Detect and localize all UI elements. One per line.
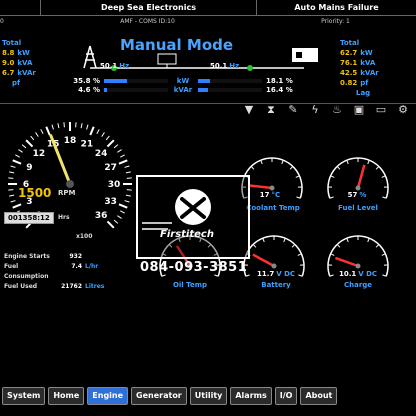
fuel-level-tick [336,166,341,170]
fuel-level-tick [330,175,335,178]
tab-engine[interactable]: Engine [87,387,129,405]
tab-system[interactable]: System [2,387,46,405]
fuel-level-label: Fuel Level [338,204,378,212]
tools-logo-icon [142,189,211,230]
oil-temp-tick [161,274,166,277]
coolant-temp-needle [248,184,273,190]
coolant-temp-tick [289,166,294,170]
engine-stats: Engine Starts 932 Fuel Consumption 7.4 L/hr… [4,252,104,292]
coolant-temp-tick [281,159,284,165]
fuel-level-tick [375,166,380,170]
charge-tick [381,253,386,256]
coolant-temp-tick [295,175,300,178]
charge-tick [330,253,335,256]
watermark-brand: Firstitech [160,229,214,240]
battery-tick [245,274,250,277]
tab-io[interactable]: I/O [274,387,298,405]
fuel-level-needle [356,164,366,189]
charge-hub [355,263,361,269]
battery-tick [283,237,286,243]
charge-tick [336,244,341,248]
tab-alarms[interactable]: Alarms [230,387,272,405]
coolant-temp-hub [269,185,275,191]
battery-tick [291,244,296,248]
watermark-phone: 084-093-3851 [140,260,248,275]
tab-about[interactable]: About [300,387,338,405]
battery-tick [262,237,265,243]
battery-needle [252,253,275,268]
charge-tick [367,237,370,243]
stat-row: Fuel Used 21762 Litres [4,283,105,290]
tab-home[interactable]: Home [48,387,85,405]
oil-temp-label: Oil Temp [172,281,208,289]
coolant-temp-label: Coolant Temp [246,204,300,212]
charge-label: Charge [343,281,373,289]
fuel-level-tick [367,159,370,165]
coolant-temp-value: 17 °C [259,191,281,199]
stat-row: Engine Starts 932 [4,253,82,260]
fuel-level-tick [346,159,349,165]
stat-row: Fuel Consumption 7.4 L/hr [4,263,99,280]
fuel-level-tick [381,175,386,178]
coolant-temp-tick [296,196,301,199]
fuel-level-value: 57% [347,191,367,199]
coolant-temp-tick [260,159,263,165]
coolant-temp-tick [250,166,255,170]
charge-tick [382,274,387,277]
charge-tick [329,274,334,277]
tab-generator[interactable]: Generator [131,387,187,405]
charge-tick [346,237,349,243]
watermark-logo: Firstitech [136,175,250,259]
oil-temp-tick [214,274,219,277]
battery-label: Battery [261,281,291,289]
battery-hub [271,263,277,269]
tab-utility[interactable]: Utility [189,387,228,405]
charge-tick [375,244,380,248]
bottom-nav: System Home Engine Generator Utility Ala… [2,387,338,405]
fuel-level-hub [355,185,361,191]
battery-tick [298,274,303,277]
fuel-level-tick [382,196,387,199]
battery-tick [252,244,257,248]
charge-needle [334,256,359,268]
battery-tick [297,253,302,256]
charge-value: 10.1 V DC [338,270,378,278]
battery-value: 11.7 V DC [256,270,296,278]
fuel-level-tick [329,196,334,199]
